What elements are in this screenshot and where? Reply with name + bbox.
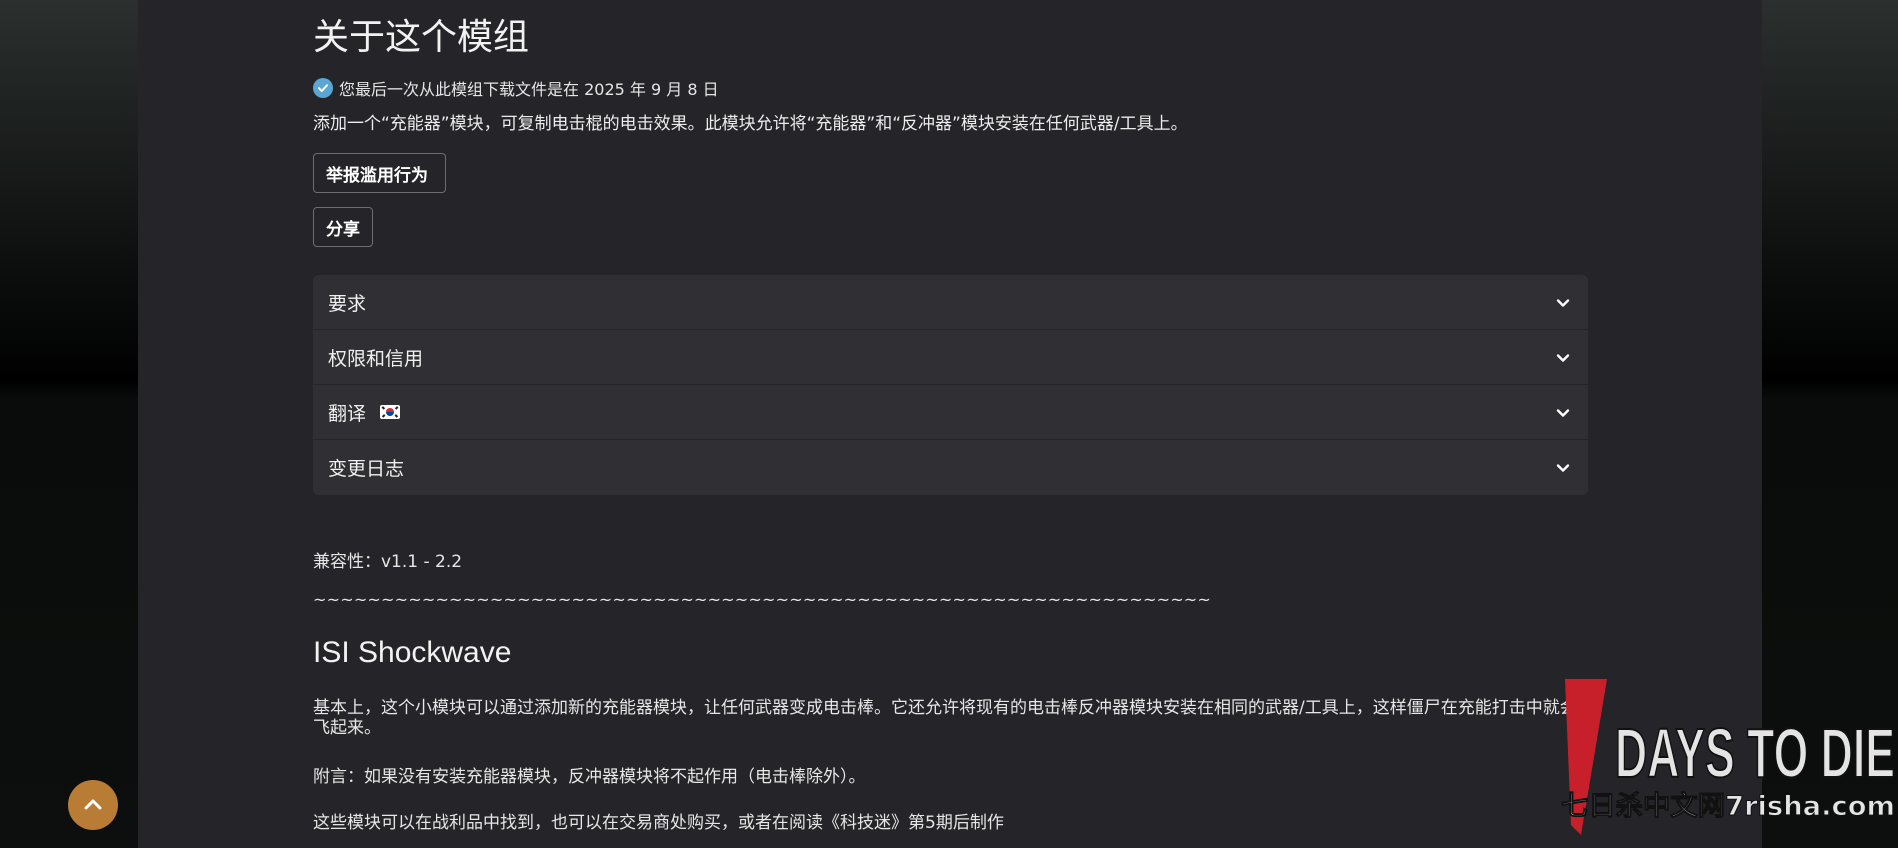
mod-summary: 添加一个“充能器”模块，可复制电击棍的电击效果。此模块允许将“充能器”和“反冲器…: [313, 114, 1188, 134]
accordion-item-translations[interactable]: 翻译: [313, 385, 1588, 440]
accordion-label-wrap: 翻译: [328, 399, 401, 426]
accordion-label: 翻译: [328, 402, 367, 425]
chevron-down-icon: [1556, 293, 1570, 312]
chevron-up-icon: [83, 796, 103, 815]
chevron-down-icon: [1556, 458, 1570, 477]
mod-name-heading: ISI Shockwave: [313, 636, 512, 669]
accordion-item-changelog[interactable]: 变更日志: [313, 440, 1588, 495]
chevron-down-icon: [1556, 348, 1570, 367]
share-button[interactable]: 分享: [313, 207, 373, 247]
page-title: 关于这个模组: [313, 17, 530, 58]
report-abuse-button[interactable]: 举报滥用行为: [313, 153, 446, 193]
accordion-label: 权限和信用: [328, 347, 424, 370]
description-paragraph: 附言：如果没有安装充能器模块，反冲器模块将不起作用（电击棒除外）。: [313, 767, 866, 787]
accordion-label: 变更日志: [328, 458, 405, 480]
accordion-item-requirements[interactable]: 要求: [313, 275, 1588, 330]
background-right: [1762, 0, 1898, 848]
description-paragraph: 这些模块可以在战利品中找到，也可以在交易商处购买，或者在阅读《科技迷》第5期后制…: [313, 813, 1004, 833]
separator-line: ~~~~~~~~~~~~~~~~~~~~~~~~~~~~~~~~~~~~~~~~…: [313, 590, 1212, 609]
scroll-to-top-button[interactable]: [68, 780, 118, 830]
info-accordion: 要求 权限和信用 翻译 变更日志: [313, 275, 1588, 495]
korea-flag-icon: [380, 405, 401, 419]
download-note: 您最后一次从此模组下载文件是在 2025 年 9 月 8 日: [313, 76, 719, 100]
page-panel: 关于这个模组 您最后一次从此模组下载文件是在 2025 年 9 月 8 日 添加…: [138, 0, 1762, 848]
accordion-label: 要求: [328, 292, 367, 315]
accordion-item-permissions[interactable]: 权限和信用: [313, 330, 1588, 385]
description-paragraph: 基本上，这个小模块可以通过添加新的充能器模块，让任何武器变成电击棒。它还允许将现…: [313, 698, 1577, 738]
check-circle-icon: [313, 78, 333, 98]
chevron-down-icon: [1556, 403, 1570, 422]
background-left: [0, 0, 140, 848]
download-note-text: 您最后一次从此模组下载文件是在 2025 年 9 月 8 日: [339, 80, 719, 99]
compatibility-text: 兼容性：v1.1 - 2.2: [313, 552, 463, 572]
